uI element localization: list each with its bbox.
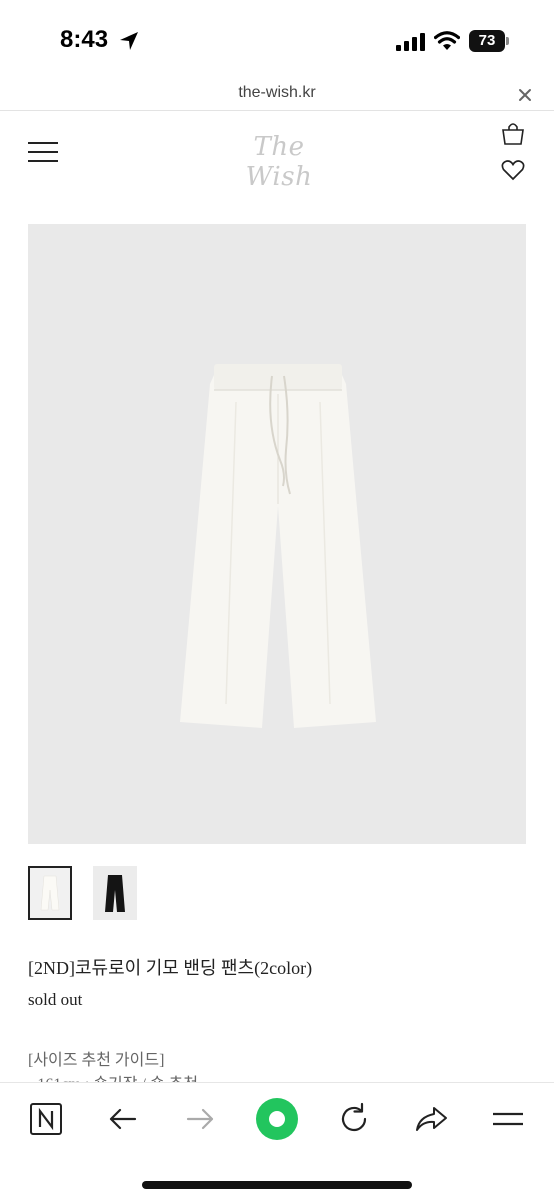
menu-lines-icon[interactable]: [490, 1101, 526, 1137]
shopping-bag-icon[interactable]: [500, 120, 526, 146]
naver-n-icon[interactable]: [28, 1101, 64, 1137]
cellular-signal-icon: [396, 33, 425, 51]
battery-level: 73: [469, 30, 505, 52]
size-guide-title: [사이즈 추천 가이드]: [28, 1052, 165, 1069]
close-icon[interactable]: [517, 87, 533, 103]
size-guide-line: - 161cm : 숏기장 / 숏 추천: [28, 1070, 198, 1082]
thumbnail-black[interactable]: [93, 866, 137, 920]
hamburger-menu-icon[interactable]: [28, 140, 58, 164]
back-arrow-icon[interactable]: [105, 1101, 141, 1137]
status-time: 8:43: [60, 26, 109, 53]
thumbnail-ivory[interactable]: [28, 866, 72, 920]
forward-arrow-icon[interactable]: [182, 1101, 218, 1137]
green-dot-icon[interactable]: [255, 1097, 299, 1141]
product-main-image[interactable]: [28, 224, 526, 844]
battery-cap: [506, 37, 509, 45]
home-indicator: [142, 1181, 412, 1189]
product-title: [2ND]코듀로이 기모 밴딩 팬츠(2color): [28, 958, 313, 978]
status-bar: 8:43 73: [0, 0, 554, 80]
share-icon[interactable]: [413, 1101, 449, 1137]
browser-toolbar: [0, 1082, 554, 1200]
url-bar[interactable]: the-wish.kr: [0, 80, 554, 111]
site-logo[interactable]: The Wish: [224, 132, 334, 192]
url-text[interactable]: the-wish.kr: [0, 84, 554, 102]
refresh-icon[interactable]: [336, 1101, 372, 1137]
wifi-icon: [434, 31, 460, 50]
location-arrow-icon: [120, 32, 138, 50]
heart-icon[interactable]: [500, 158, 526, 182]
battery-indicator: 73: [469, 30, 509, 52]
sold-out-status: sold out: [28, 990, 83, 1009]
